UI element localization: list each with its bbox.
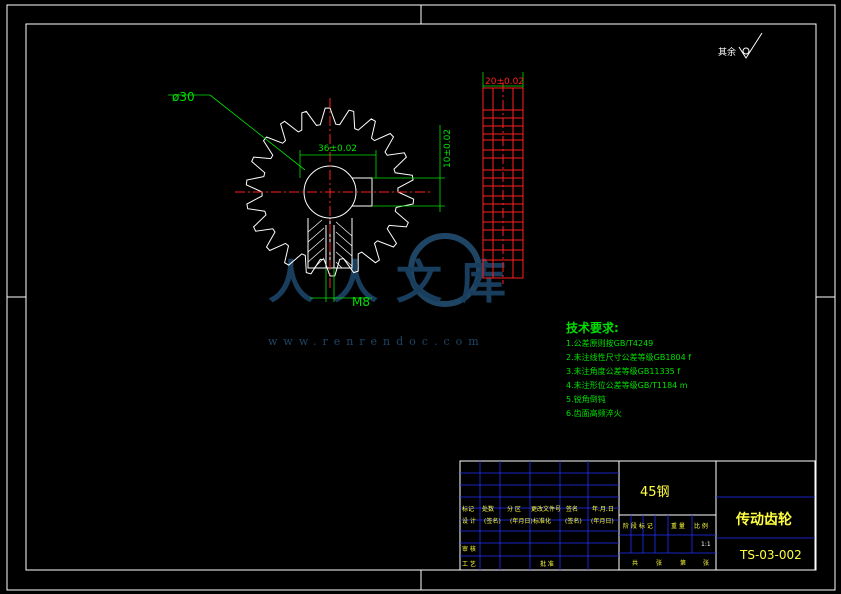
tb-material: 45钢 — [640, 485, 670, 500]
surface-note-label: 其余 — [718, 46, 736, 58]
tb-design-cell: (签名) — [565, 517, 582, 525]
tb-process: 工 艺 — [462, 560, 476, 568]
tb-stage-label: 重 量 — [671, 522, 685, 530]
tech-req-item: 3.未注角度公差等级GB11335 f — [566, 366, 680, 376]
drawing-canvas: 人人文库 www.renrendoc.com ø30 36±0.02 10±0.… — [6, 4, 836, 591]
surface-finish-note: 其余 — [718, 32, 763, 59]
tb-design-cell: (年月日) — [510, 517, 533, 525]
tb-sheet-label: 张 — [703, 559, 709, 567]
tb-design-cell: 标准化 — [533, 517, 551, 525]
tb-part-name: 传动齿轮 — [735, 511, 792, 528]
watermark: 人人文库 www.renrendoc.com — [268, 233, 524, 348]
tb-approve: 批 准 — [540, 560, 554, 568]
watermark-url: www.renrendoc.com — [268, 335, 485, 348]
tb-sheet-label: 共 — [632, 559, 638, 567]
tb-rev-cell: 处数 — [482, 505, 494, 513]
tb-rev-cell: 分 区 — [507, 505, 521, 513]
tb-rev-cell: 更改文件号 — [531, 505, 561, 513]
title-block: 45钢 传动齿轮 TS-03-002 1:1 标记 处数 分 区 更改文件号 签… — [459, 460, 816, 571]
dim-face-width: 20±0.02 — [485, 77, 524, 87]
dim-keyway-width: 36±0.02 — [318, 144, 357, 154]
roughness-symbol-icon — [738, 32, 763, 59]
tb-stage-label: 阶 段 标 记 — [623, 522, 653, 530]
tech-req-item: 6.齿面高频淬火 — [566, 408, 622, 418]
tech-req-title: 技术要求: — [566, 320, 619, 335]
tech-requirements: 技术要求: 1.公差原则按GB/T4249 2.未注线性尺寸公差等级GB1804… — [566, 320, 691, 418]
gear-side-view — [482, 82, 524, 284]
tb-design-cell: (年月日) — [591, 517, 614, 525]
tb-rev-cell: 签名 — [566, 505, 578, 513]
tb-rev-cell: 标记 — [462, 505, 474, 513]
tech-req-item: 4.未注形位公差等级GB/T1184 m — [566, 380, 688, 390]
dim-keyway-depth: 10±0.02 — [443, 129, 453, 168]
tb-scale: 1:1 — [701, 541, 711, 548]
dim-thread: M8 — [352, 295, 370, 309]
tb-review: 审 核 — [462, 545, 476, 553]
tb-drawing-number: TS-03-002 — [739, 548, 802, 562]
tb-sheet-label: 张 — [656, 559, 662, 567]
tb-design-cell: (签名) — [484, 517, 501, 525]
tb-design-cell: 设 计 — [462, 517, 476, 525]
tb-rev-cell: 年.月.日 — [592, 505, 614, 513]
tech-req-item: 5.锐角倒钝 — [566, 394, 606, 404]
tb-stage-label: 比 例 — [694, 522, 708, 530]
tech-req-item: 1.公差原则按GB/T4249 — [566, 338, 653, 348]
watermark-logo: 人人文库 — [268, 255, 524, 309]
dim-outer-diameter: ø30 — [172, 90, 195, 104]
tech-req-item: 2.未注线性尺寸公差等级GB1804 f — [566, 352, 691, 362]
tb-sheet-label: 第 — [680, 559, 686, 567]
